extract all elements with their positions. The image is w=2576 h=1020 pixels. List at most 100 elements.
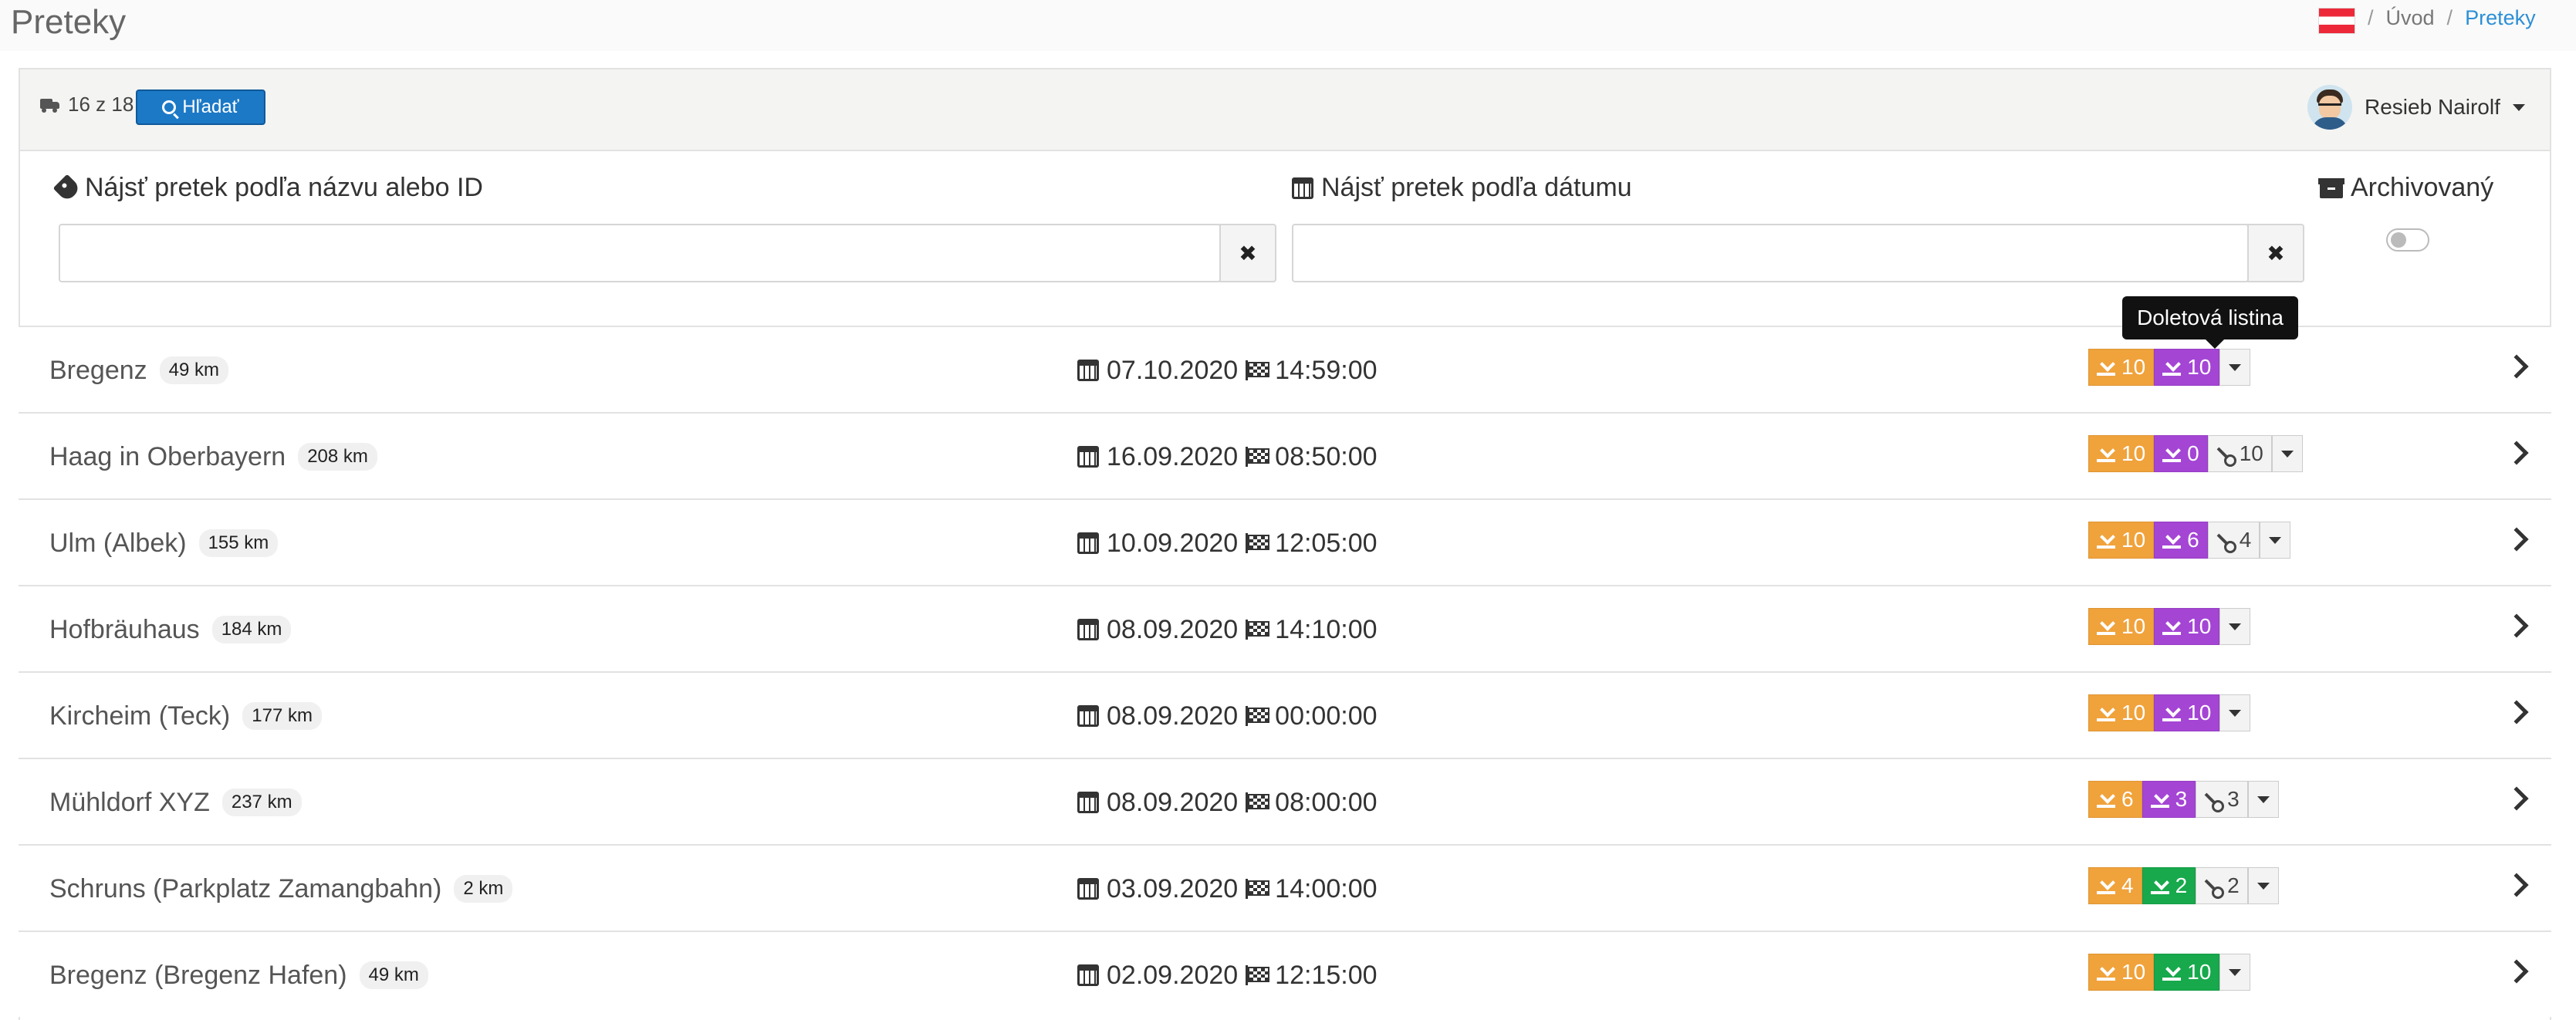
calendar-icon [1077,360,1099,381]
download-arrival-badge[interactable]: 10 [2154,954,2220,991]
row-dropdown-toggle[interactable] [2219,349,2251,386]
race-date: 03.09.2020 [1107,873,1239,903]
missing-badge[interactable]: 3 [2196,781,2248,818]
download-icon [2162,532,2182,549]
checkered-flag-icon [1246,360,1270,380]
download-icon [2097,791,2115,808]
row-dropdown-toggle[interactable] [2247,781,2279,818]
austria-flag-icon[interactable] [2318,8,2355,34]
chevron-right-icon[interactable] [2504,527,2529,552]
search-button[interactable]: Hľadať [136,90,265,125]
breadcrumb-home-link[interactable]: Úvod [2386,6,2435,30]
badge-count: 10 [2121,355,2146,379]
race-row[interactable]: Kircheim (Teck) 177 km 08.09.2020 00:00:00 1… [19,671,2551,758]
download-icon [2097,532,2115,549]
race-time: 14:10:00 [1275,614,1378,644]
user-menu[interactable]: Resieb Nairolf [2307,85,2525,130]
race-time: 08:50:00 [1275,441,1378,471]
archived-label: Archivovaný [2318,173,2494,203]
row-dropdown-toggle[interactable] [2219,694,2251,731]
download-icon [2097,618,2115,635]
download-arrival-badge[interactable]: 10 [2154,694,2220,731]
race-time: 08:00:00 [1275,787,1378,817]
row-dropdown-toggle[interactable] [2247,867,2279,904]
calendar-icon [1077,446,1099,468]
badge-group: 10 10 [2088,954,2251,991]
download-icon [2162,359,2182,376]
date-search-input[interactable] [1292,224,2249,282]
row-dropdown-toggle[interactable] [2260,522,2291,559]
tooltip: Doletová listina [2122,296,2298,349]
race-row[interactable]: Mühldorf XYZ 237 km 08.09.2020 08:00:00 6 3 3 [19,758,2551,844]
download-arrival-badge[interactable]: 10 [2154,349,2220,386]
download-icon [2097,964,2115,981]
race-date-cell: 08.09.2020 08:00:00 [1077,759,1378,846]
name-search-input[interactable] [59,224,1221,282]
badge-group: 6 3 3 [2088,781,2279,818]
race-date-cell: 03.09.2020 14:00:00 [1077,846,1378,932]
race-row[interactable]: Schruns (Parkplatz Zamangbahn) 2 km 03.09.… [19,844,2551,930]
race-name-cell: Schruns (Parkplatz Zamangbahn) 2 km [49,846,513,932]
badge-count: 3 [2227,787,2240,811]
race-row[interactable]: Haag in Oberbayern 208 km 16.09.2020 08:50:… [19,412,2551,498]
missing-badge[interactable]: 10 [2207,435,2272,472]
download-arrival-badge[interactable]: 6 [2154,522,2208,559]
download-arrival-badge[interactable]: 3 [2142,781,2196,818]
badge-count: 4 [2239,528,2252,552]
download-start-badge[interactable]: 4 [2088,867,2142,904]
chevron-right-icon[interactable] [2504,441,2529,465]
panel-header: 16 z 18 Hľadať Resieb Nairolf [20,69,2550,151]
download-icon [2150,877,2169,894]
race-name: Mühldorf XYZ [49,787,210,817]
chevron-right-icon[interactable] [2504,613,2529,638]
chevron-right-icon[interactable] [2504,354,2529,379]
download-arrival-badge[interactable]: 2 [2142,867,2196,904]
calendar-icon [1077,878,1099,900]
chevron-down-icon [2269,536,2282,544]
breadcrumb-current-link[interactable]: Preteky [2465,6,2536,30]
chevron-right-icon[interactable] [2504,873,2529,897]
badge-group: 10 0 10 [2088,435,2303,472]
race-row[interactable]: Ulm (Albek) 155 km 10.09.2020 12:05:00 10 6 4 [19,498,2551,585]
row-dropdown-toggle[interactable] [2271,435,2303,472]
search-icon [162,100,177,114]
calendar-icon [1077,792,1099,813]
missing-badge[interactable]: 4 [2207,522,2260,559]
download-start-badge[interactable]: 10 [2088,694,2155,731]
distance-badge: 237 km [221,789,302,816]
chevron-down-icon [2257,795,2270,803]
download-start-badge[interactable]: 6 [2088,781,2142,818]
race-name-cell: Kircheim (Teck) 177 km [49,673,322,759]
download-arrival-badge[interactable]: 10 [2154,608,2220,645]
chevron-right-icon[interactable] [2504,786,2529,811]
row-dropdown-toggle[interactable] [2219,954,2251,991]
calendar-icon [1077,532,1099,554]
chevron-right-icon[interactable] [2504,700,2529,724]
badge-count: 10 [2121,701,2146,724]
download-start-badge[interactable]: 10 [2088,435,2155,472]
race-date-cell: 08.09.2020 14:10:00 [1077,586,1378,673]
chevron-down-icon [2257,882,2270,890]
download-start-badge[interactable]: 10 [2088,522,2155,559]
missing-badge[interactable]: 2 [2196,867,2248,904]
row-dropdown-toggle[interactable] [2219,608,2251,645]
race-time: 14:59:00 [1275,355,1378,385]
race-row[interactable]: Hofbräuhaus 184 km 08.09.2020 14:10:00 10 10 [19,585,2551,671]
chevron-right-icon[interactable] [2504,959,2529,984]
clear-name-button[interactable]: ✖ [1219,224,1276,282]
download-start-badge[interactable]: 10 [2088,608,2155,645]
race-row[interactable]: Bregenz (Bregenz Hafen) 49 km 02.09.2020 12… [19,930,2551,1017]
download-start-badge[interactable]: 10 [2088,349,2155,386]
archived-toggle[interactable] [2386,228,2429,252]
download-arrival-badge[interactable]: 0 [2154,435,2208,472]
download-start-badge[interactable]: 10 [2088,954,2155,991]
badge-count: 0 [2187,441,2199,465]
race-name: Ulm (Albek) [49,528,187,558]
clear-date-button[interactable]: ✖ [2247,224,2304,282]
race-date: 10.09.2020 [1107,528,1239,558]
race-count: 16 z 18 [40,93,134,117]
checkered-flag-icon [1246,706,1270,726]
badge-count: 2 [2227,873,2240,897]
archived-label-text: Archivovaný [2351,173,2494,202]
badge-count: 10 [2121,528,2146,552]
